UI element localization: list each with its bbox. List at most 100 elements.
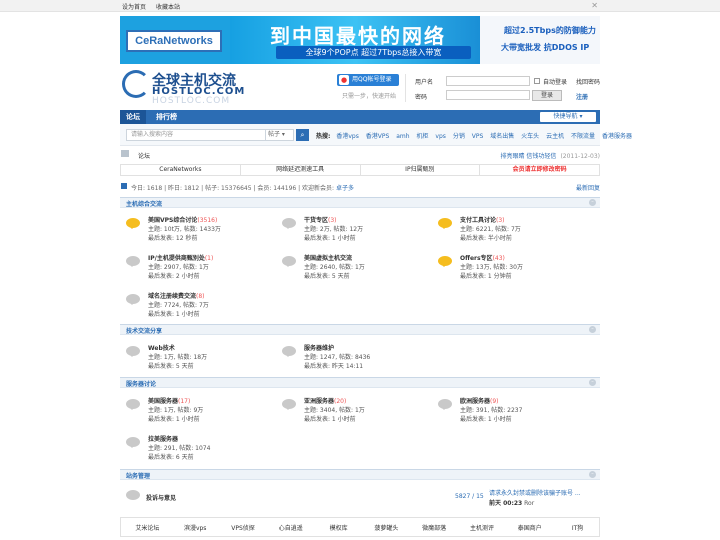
- section-header[interactable]: 服务器讨论 –: [120, 377, 600, 388]
- friend-link[interactable]: 微魔部落: [413, 523, 456, 532]
- forum-item[interactable]: 美国虚拟主机交流 主题: 2640, 帖数: 1万 最后发表: 5 天前: [280, 252, 430, 286]
- section-header[interactable]: 站务管理 –: [120, 469, 600, 480]
- forum-item[interactable]: Offers专区(43) 主题: 13万, 帖数: 30万 最后发表: 1 分钟…: [436, 252, 586, 286]
- banner-headline: 到中国最快的网络: [270, 24, 446, 48]
- forum-icon: [126, 294, 140, 305]
- friend-link[interactable]: 艾米论坛: [126, 523, 169, 532]
- main-nav: 论坛 排行榜 快捷导航 ▾: [120, 110, 600, 124]
- password-input[interactable]: [446, 90, 530, 100]
- globe-icon: [122, 70, 150, 98]
- shortcut-link[interactable]: CeraNetworks: [121, 165, 241, 175]
- login-button[interactable]: 登录: [532, 90, 562, 101]
- banner-subline: 全球9个POP点 超过7Tbps总接入带宽: [276, 46, 471, 59]
- hot-search-link[interactable]: 机柜: [416, 133, 428, 140]
- hot-search-link[interactable]: VPS: [472, 133, 484, 140]
- search-icon[interactable]: ⌕: [296, 129, 309, 141]
- stats-icon: [121, 183, 127, 189]
- forum-item[interactable]: 欧洲服务器(9) 主题: 391, 帖数: 2237 最后发表: 1 小时前: [436, 395, 586, 429]
- forum-item[interactable]: 服务器维护 主题: 1247, 帖数: 8436 最后发表: 昨天 14:11: [280, 342, 430, 376]
- hot-search-link[interactable]: vps: [435, 133, 446, 140]
- friend-link[interactable]: 模权库: [317, 523, 360, 532]
- search-input[interactable]: 请输入搜索内容: [126, 129, 266, 141]
- hot-search-link[interactable]: 云主机: [546, 133, 564, 140]
- friend-link[interactable]: 滨漫vps: [174, 523, 217, 532]
- forum-icon: [126, 490, 140, 500]
- register-link[interactable]: 注册: [576, 92, 588, 101]
- hot-search-link[interactable]: 香港vps: [336, 133, 359, 140]
- forum-icon: [126, 399, 140, 410]
- collapse-icon[interactable]: –: [589, 326, 596, 333]
- new-member-link[interactable]: 卓子多: [336, 185, 354, 192]
- breadcrumb-current[interactable]: 论坛: [138, 151, 150, 160]
- forum-item[interactable]: 美国服务器(17) 主题: 1万, 帖数: 9万 最后发表: 1 小时前: [124, 395, 274, 429]
- banner-right-bottom: 大带宽批发 抗DDOS IP: [501, 43, 590, 52]
- forum-new-icon: [438, 256, 452, 267]
- shortcut-link[interactable]: IP归属甄别: [361, 165, 481, 175]
- hot-search-link[interactable]: amh: [396, 133, 409, 140]
- forum-item[interactable]: 亚洲服务器(20) 主题: 3404, 帖数: 1万 最后发表: 1 小时前: [280, 395, 430, 429]
- home-icon[interactable]: [121, 150, 129, 157]
- forum-icon: [282, 346, 296, 357]
- forum-new-icon: [126, 218, 140, 229]
- auto-login-checkbox[interactable]: [534, 78, 540, 84]
- friend-link[interactable]: 菠萝罐头: [365, 523, 408, 532]
- forum-item[interactable]: 拉美服务器 主题: 291, 帖数: 1074 最后发表: 6 天前: [124, 433, 274, 467]
- find-password-link[interactable]: 找回密码: [576, 77, 600, 86]
- hot-search-link[interactable]: 香港服务器: [602, 133, 632, 140]
- bookmark-link[interactable]: 收藏本站: [156, 4, 180, 11]
- forum-icon: [282, 399, 296, 410]
- top-bar: 设为首页 收藏本站 ✕: [0, 0, 720, 12]
- friend-link[interactable]: 泰国商户: [508, 523, 551, 532]
- hot-search-link[interactable]: 域名出售: [490, 133, 514, 140]
- search-bar: 请输入搜索内容 帖子 ▾ ⌕ 热搜: 香港vps 香港VPS amh 机柜 vp…: [120, 124, 632, 146]
- forum-icon: [438, 399, 452, 410]
- forum-item[interactable]: 域名注册续费交流(8) 主题: 7724, 帖数: 7万 最后发表: 1 小时前: [124, 290, 274, 324]
- search-scope-select[interactable]: 帖子 ▾: [266, 129, 294, 141]
- forum-icon: [126, 346, 140, 357]
- site-logo[interactable]: 全球主机交流 HOSTLOC.COM HOSTLOC.COM: [122, 70, 252, 106]
- forum-icon: [126, 256, 140, 267]
- collapse-icon[interactable]: –: [589, 471, 596, 478]
- ad-banner[interactable]: CeRaNetworks 到中国最快的网络 全球9个POP点 超过7Tbps总接…: [120, 16, 600, 64]
- forum-item[interactable]: 投诉与意见 5827 / 15 请求永久封禁或删除该骗子账号 ... 前天 00…: [120, 481, 600, 511]
- collapse-icon[interactable]: –: [589, 199, 596, 206]
- friend-link[interactable]: 主机测评: [461, 523, 504, 532]
- qq-login-button[interactable]: ● 用QQ帐号登录: [337, 74, 399, 86]
- tab-forum[interactable]: 论坛: [120, 110, 146, 124]
- last-post-user[interactable]: Ror: [524, 500, 534, 507]
- forum-item[interactable]: IP/主机提供商甄别处(1) 主题: 2907, 帖数: 1万 最后发表: 2 …: [124, 252, 274, 286]
- friend-links: 艾米论坛 滨漫vps VPS侦探 心自逍遥 模权库 菠萝罐头 微魔部落 主机测评…: [120, 517, 600, 537]
- forum-item[interactable]: 支付工具讨论(3) 主题: 6221, 帖数: 7万 最后发表: 半小时前: [436, 214, 586, 248]
- banner-right-top: 超过2.5Tbps的防御能力: [504, 26, 596, 35]
- section-header[interactable]: 主机综合交流 –: [120, 197, 600, 208]
- tab-ranking[interactable]: 排行榜: [150, 110, 183, 124]
- qq-icon: ●: [339, 75, 349, 85]
- latest-replies-link[interactable]: 最新回复: [576, 183, 600, 192]
- hot-search-link[interactable]: 香港VPS: [366, 133, 390, 140]
- auto-login-label: 自动登录: [543, 79, 568, 86]
- shortcut-bar: CeraNetworks 网络延迟测速工具 IP归属甄别 会员请立即修改密码: [120, 164, 600, 176]
- username-input[interactable]: [446, 76, 530, 86]
- hot-search-link[interactable]: 分销: [453, 133, 465, 140]
- username-label: 用户名: [415, 79, 434, 86]
- shortcut-link[interactable]: 会员请立即修改密码: [480, 165, 599, 175]
- quick-nav-button[interactable]: 快捷导航 ▾: [540, 112, 596, 122]
- set-home-link[interactable]: 设为首页: [122, 4, 146, 11]
- forum-item[interactable]: Web技术 主题: 1万, 帖数: 18万 最后发表: 5 天前: [124, 342, 274, 376]
- shortcut-link[interactable]: 网络延迟测速工具: [241, 165, 361, 175]
- qq-login-hint: 只需一步，快速开始: [342, 93, 397, 100]
- collapse-icon[interactable]: –: [589, 379, 596, 386]
- close-icon[interactable]: ✕: [591, 1, 598, 10]
- forum-item[interactable]: 美国VPS综合讨论(3516) 主题: 10t万, 帖数: 1433万 最后发表…: [124, 214, 274, 248]
- forum-stats: 今日: 1618 | 昨日: 1812 | 帖子: 15376645 | 会员:…: [120, 182, 600, 192]
- friend-link[interactable]: 心自逍遥: [269, 523, 312, 532]
- friend-link[interactable]: VPS侦探: [222, 523, 265, 532]
- hot-search-link[interactable]: 火车头: [521, 133, 539, 140]
- forum-item[interactable]: 干货专区(3) 主题: 2万, 帖数: 12万 最后发表: 1 小时前: [280, 214, 430, 248]
- hot-search-link[interactable]: 不限流量: [571, 133, 595, 140]
- announcement-link[interactable]: 排亮眼睛 信钱功轻信 (2011-12-03): [501, 151, 600, 160]
- password-label: 密码: [415, 94, 428, 101]
- last-post-link[interactable]: 请求永久封禁或删除该骗子账号 ...: [489, 488, 581, 497]
- friend-link[interactable]: IT狗: [556, 523, 599, 532]
- section-header[interactable]: 技术交流分享 –: [120, 324, 600, 335]
